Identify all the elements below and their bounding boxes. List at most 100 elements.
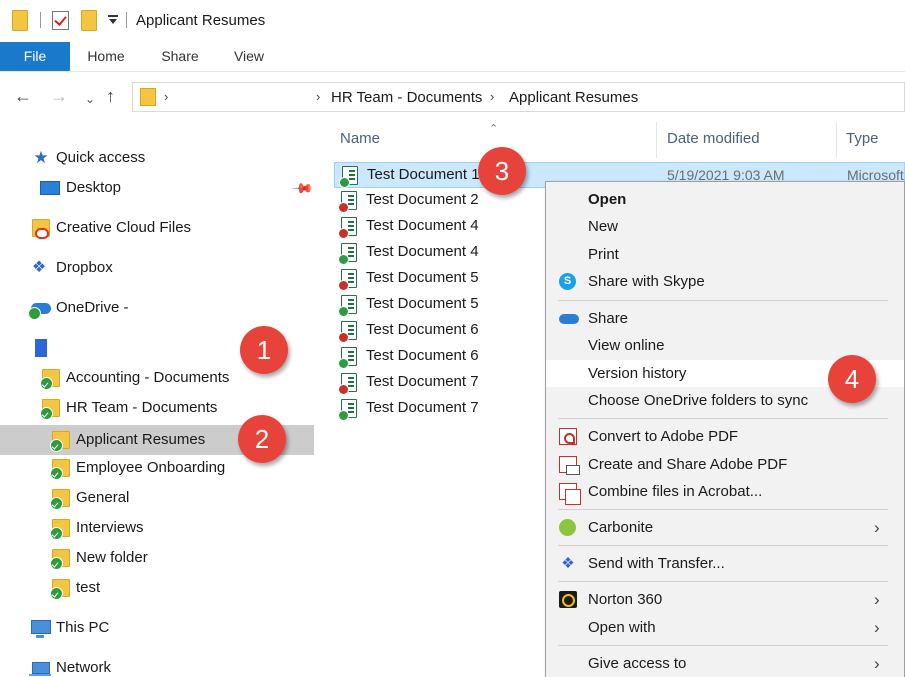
submenu-chevron-icon: › — [874, 654, 880, 673]
folder-icon — [140, 88, 156, 106]
menu-separator — [558, 581, 888, 582]
menu-item-norton-360[interactable]: Norton 360 › — [546, 586, 904, 613]
menu-item-label: Send with Transfer... — [588, 555, 725, 572]
excel-file-icon — [338, 399, 357, 421]
menu-item-convert-to-adobe-pdf[interactable]: Convert to Adobe PDF — [546, 423, 904, 450]
building-icon — [35, 339, 47, 357]
tab-share[interactable]: Share — [152, 42, 208, 71]
sync-status-icon — [338, 410, 349, 421]
nav-item-this-pc[interactable]: This PC — [0, 615, 314, 641]
new-folder-icon[interactable] — [81, 10, 97, 31]
excel-file-icon — [338, 243, 357, 265]
address-bar[interactable]: › › HR Team - Documents › Applicant Resu… — [132, 82, 905, 112]
excel-file-icon — [338, 373, 357, 395]
nav-item-interviews[interactable]: Interviews — [0, 515, 314, 541]
menu-item-create-share-adobe-pdf[interactable]: Create and Share Adobe PDF — [546, 451, 904, 478]
nav-item-label: Applicant Resumes — [76, 431, 206, 448]
sync-status-icon — [339, 177, 350, 188]
nav-item-general[interactable]: General — [0, 485, 314, 511]
excel-file-icon — [338, 269, 357, 291]
menu-item-combine-files-acrobat[interactable]: Combine files in Acrobat... — [546, 478, 904, 505]
menu-separator — [558, 545, 888, 546]
breadcrumb-chevron-icon[interactable]: › — [490, 89, 494, 104]
tab-home[interactable]: Home — [80, 42, 132, 71]
ribbon-tabs: File Home Share View — [0, 42, 905, 71]
nav-item-label: New folder — [76, 549, 148, 566]
nav-item-label: Quick access — [56, 149, 146, 166]
network-icon — [29, 662, 51, 676]
menu-item-print[interactable]: Print — [546, 241, 904, 268]
nav-item-test[interactable]: test — [0, 575, 314, 601]
nav-item-dropbox[interactable]: ❖ Dropbox — [0, 255, 314, 281]
menu-item-label: Version history — [588, 365, 687, 382]
menu-item-open-with[interactable]: Open with › — [546, 614, 904, 641]
column-header-type[interactable]: Type — [846, 130, 879, 150]
nav-item-label: HR Team - Documents — [66, 399, 218, 416]
toolbar-separator — [40, 12, 41, 28]
back-arrow-icon[interactable]: ← — [14, 87, 32, 105]
synced-folder-icon — [40, 399, 60, 420]
menu-item-share-with-skype[interactable]: S Share with Skype — [546, 268, 904, 295]
properties-check-icon[interactable] — [52, 11, 69, 30]
file-name: Test Document 7 — [366, 373, 479, 390]
menu-item-new[interactable]: New — [546, 213, 904, 240]
excel-file-icon — [339, 166, 358, 188]
adobe-share-icon — [559, 456, 580, 475]
menu-item-label: Open — [588, 191, 627, 208]
submenu-chevron-icon: › — [874, 590, 880, 609]
menu-item-label: Combine files in Acrobat... — [588, 483, 763, 500]
recent-locations-chevron-icon[interactable]: ⌄ — [85, 90, 95, 108]
skype-icon: S — [559, 273, 576, 290]
desktop-icon — [40, 181, 60, 195]
synced-folder-icon — [50, 459, 70, 480]
breadcrumb-chevron-icon[interactable]: › — [164, 89, 168, 104]
nav-item-creative-cloud-files[interactable]: Creative Cloud Files — [0, 215, 314, 241]
synced-folder-icon — [50, 579, 70, 600]
nav-item-onedrive[interactable]: OneDrive - — [0, 295, 314, 321]
column-divider[interactable] — [656, 122, 657, 158]
menu-item-label: Create and Share Adobe PDF — [588, 456, 788, 473]
nav-item-label: General — [76, 489, 130, 506]
breadcrumb-chevron-icon[interactable]: › — [316, 89, 320, 104]
nav-item-quick-access[interactable]: ★ Quick access — [0, 145, 314, 171]
sync-status-icon — [338, 228, 349, 239]
tab-file[interactable]: File — [0, 42, 70, 71]
dropbox-transfer-icon: ❖ — [561, 555, 575, 572]
forward-arrow-icon[interactable]: → — [50, 87, 68, 105]
customize-toolbar-dropdown-icon[interactable] — [107, 13, 119, 27]
menu-item-open[interactable]: Open — [546, 186, 904, 213]
nav-item-desktop[interactable]: Desktop — [0, 175, 314, 201]
nav-item-new-folder[interactable]: New folder — [0, 545, 314, 571]
nav-item-network[interactable]: Network — [0, 655, 314, 677]
synced-folder-icon — [50, 431, 70, 452]
menu-item-label: Convert to Adobe PDF — [588, 428, 739, 445]
file-name: Test Document 6 — [366, 347, 479, 364]
file-name: Test Document 7 — [366, 399, 479, 416]
toolbar-separator — [126, 12, 127, 28]
menu-item-label: Carbonite — [588, 519, 654, 536]
menu-item-share[interactable]: Share — [546, 305, 904, 332]
menu-item-carbonite[interactable]: Carbonite › — [546, 514, 904, 541]
menu-item-label: View online — [588, 337, 665, 354]
star-icon: ★ — [33, 148, 49, 167]
nav-item-label: OneDrive - — [56, 299, 129, 316]
nav-item-label: Creative Cloud Files — [56, 219, 192, 236]
up-arrow-icon[interactable]: ↑ — [106, 87, 115, 105]
menu-item-label: Choose OneDrive folders to sync — [588, 392, 809, 409]
tab-view[interactable]: View — [226, 42, 272, 71]
onedrive-cloud-icon — [559, 314, 579, 324]
breadcrumb-hr-team-documents[interactable]: HR Team - Documents — [331, 89, 482, 106]
file-explorer-window: Applicant Resumes File Home Share View ←… — [0, 0, 905, 677]
creative-cloud-folder-icon — [32, 219, 50, 239]
breadcrumb-applicant-resumes[interactable]: Applicant Resumes — [509, 89, 638, 106]
file-name: Test Document 1 — [367, 166, 480, 183]
sync-status-icon — [338, 384, 349, 395]
menu-item-label: Give access to — [588, 655, 687, 672]
column-divider[interactable] — [836, 122, 837, 158]
menu-item-send-with-transfer[interactable]: ❖ Send with Transfer... — [546, 550, 904, 577]
column-header-date-modified[interactable]: Date modified — [667, 130, 760, 150]
callout-step-4: 4 — [828, 355, 876, 403]
menu-item-give-access-to[interactable]: Give access to › — [546, 650, 904, 677]
column-header-name[interactable]: Name — [340, 130, 380, 150]
menu-item-label: Norton 360 — [588, 591, 663, 608]
